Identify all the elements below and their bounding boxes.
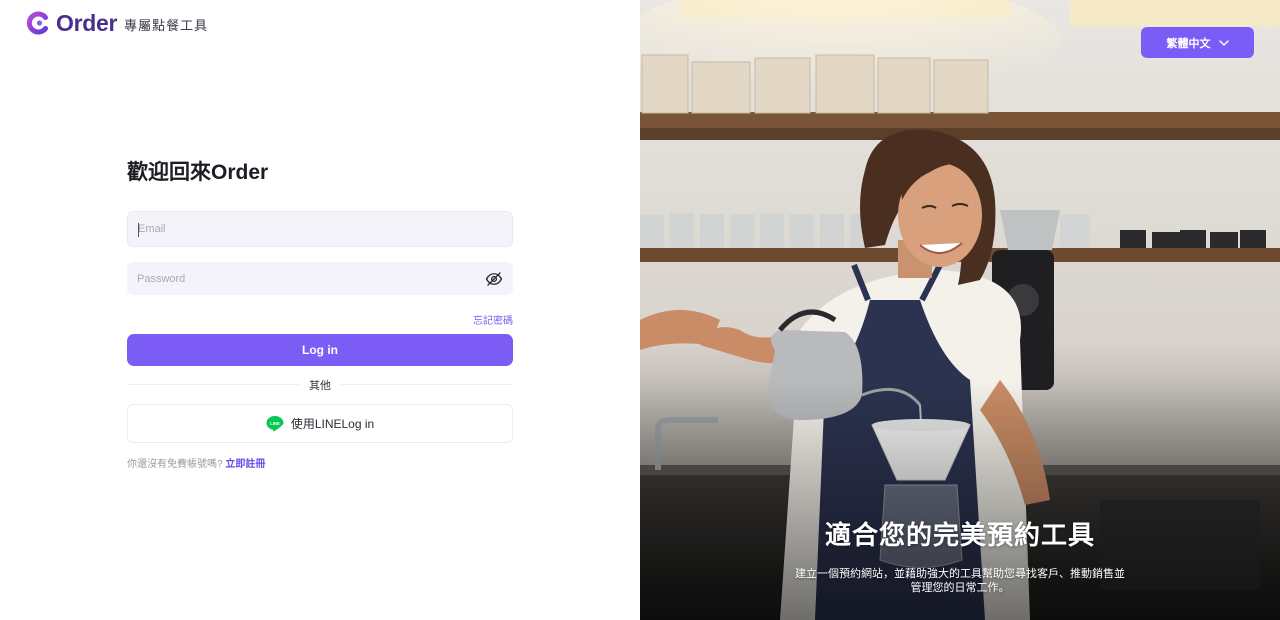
signup-prompt-text: 你還沒有免費帳號嗎? [127, 459, 223, 470]
login-panel: Order 專屬點餐工具 歡迎回來Order 忘記密碼 Log in 其他 LI… [0, 0, 640, 620]
hero-subtitle: 建立一個預約網站，並藉助強大的工具幫助您尋找客戶、推動銷售並管理您的日常工作。 [795, 568, 1125, 594]
svg-text:LINE: LINE [270, 421, 280, 426]
forgot-password-link[interactable]: 忘記密碼 [473, 312, 513, 327]
signup-prompt: 你還沒有免費帳號嗎? 立即註冊 [127, 455, 265, 470]
eye-off-icon[interactable] [485, 270, 503, 288]
login-button[interactable]: Log in [127, 334, 513, 366]
brand-name: Order [56, 9, 118, 36]
language-selector[interactable]: 繁體中文 [1141, 27, 1254, 58]
signup-link[interactable]: 立即註冊 [225, 459, 265, 470]
order-c-logo-icon [26, 11, 48, 35]
password-field-wrapper [127, 262, 513, 295]
password-input[interactable] [127, 262, 513, 295]
hero-title: 適合您的完美預約工具 [824, 520, 1095, 550]
hero-panel: 繁體中文 適合您的完美預約工具 建立一個預約網站，並藉助強大的工具幫助您尋找客戶… [640, 0, 1280, 620]
chevron-down-icon [1218, 39, 1229, 46]
email-input[interactable] [128, 212, 512, 246]
text-caret [138, 223, 139, 237]
brand-tagline: 專屬點餐工具 [124, 18, 209, 33]
email-field-wrapper [127, 211, 513, 247]
line-login-button[interactable]: LINE 使用LINELog in [127, 404, 513, 443]
page-title: 歡迎回來Order [127, 161, 269, 184]
brand-header: Order 專屬點餐工具 [26, 10, 208, 36]
language-label: 繁體中文 [1166, 37, 1211, 50]
divider-label: 其他 [299, 377, 341, 393]
line-app-icon: LINE [266, 416, 284, 432]
line-login-label: 使用LINELog in [290, 417, 375, 431]
